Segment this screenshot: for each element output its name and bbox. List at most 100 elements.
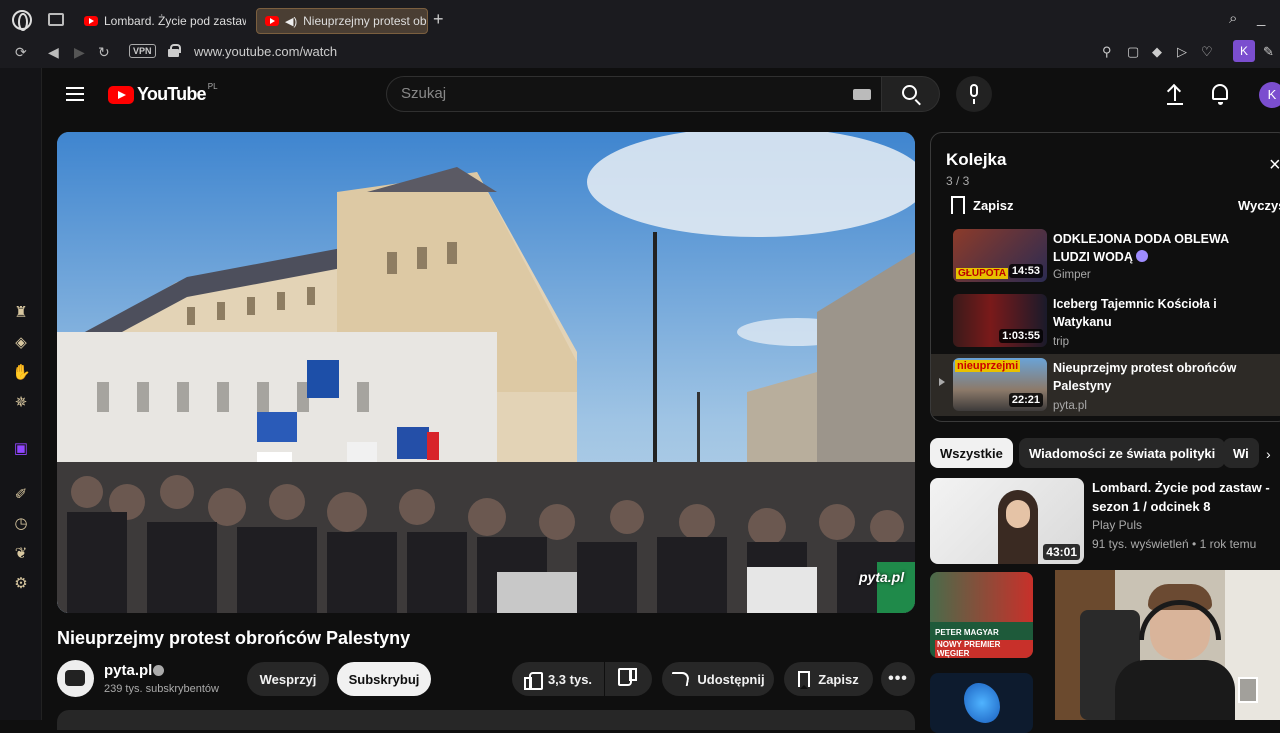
youtube-logo[interactable]: YouTube PL	[108, 82, 218, 105]
extensions-icon[interactable]: ✎	[1263, 44, 1274, 60]
thumbnail-text: NOWY PREMIER WĘGIER	[935, 640, 1033, 658]
verified-icon	[153, 665, 164, 676]
support-label: Wesprzyj	[259, 671, 317, 687]
queue-item[interactable]: 1:03:55 Iceberg Tajemnic Kościoła i Waty…	[931, 290, 1280, 352]
thumbnail-bg	[930, 572, 1033, 622]
opera-menu-icon[interactable]	[12, 10, 32, 31]
bookmark-icon	[798, 671, 811, 689]
dislike-button[interactable]	[605, 662, 652, 696]
workspace-icon[interactable]: ♜	[12, 304, 30, 322]
recommended-video[interactable]: 43:01 Lombard. Życie pod zastaw - sezon …	[930, 478, 1280, 564]
subscribe-button[interactable]: Subskrybuj	[337, 662, 431, 696]
share-button[interactable]: Udostępnij	[662, 662, 774, 696]
menu-icon[interactable]	[66, 87, 84, 101]
youtube-play-icon	[108, 85, 134, 104]
youtube-favicon-icon	[84, 16, 98, 26]
browser-sidebar: ♜ ◈ ✋ ✵ ▣ ✐ ◷ ❦ ⚙	[0, 68, 42, 720]
search-input[interactable]	[401, 85, 841, 102]
support-button[interactable]: Wesprzyj	[247, 662, 329, 696]
channel-name[interactable]: pyta.pl	[104, 662, 152, 679]
recommended-thumbnail-2[interactable]: PETER MAGYAR NOWY PREMIER WĘGIER	[930, 572, 1033, 658]
duration-badge: 22:21	[1008, 393, 1043, 407]
recommended-meta: 91 tys. wyświetleń • 1 rok temu	[1092, 537, 1257, 551]
subscriber-count: 239 tys. subskrybentów	[104, 683, 219, 695]
browser-profile-avatar[interactable]: K	[1233, 40, 1255, 62]
like-button[interactable]: 3,3 tys.	[512, 662, 604, 696]
snapshot-icon[interactable]: ▢	[1127, 44, 1139, 60]
address-bar: ⟳ ◀ ▶ ↻ VPN www.youtube.com/watch ⚲ ▢ ◆ …	[0, 40, 1280, 68]
recommended-thumbnail-3[interactable]	[930, 673, 1033, 733]
queue-clear-button[interactable]: Wyczyść	[1238, 198, 1280, 213]
queue-panel: Kolejka 3 / 3 × Zapisz Wyczyść GŁUPOTA 1…	[930, 132, 1280, 422]
upload-icon[interactable]	[1166, 85, 1184, 105]
bird-icon[interactable]: ❦	[12, 545, 30, 563]
reload-sidebar-icon[interactable]: ⟳	[15, 44, 27, 61]
queue-item[interactable]: GŁUPOTA 14:53 ODKLEJONA DODA OBLEWA LUDZ…	[931, 225, 1280, 287]
url-field[interactable]: www.youtube.com/watch	[194, 44, 337, 59]
tab-active-video[interactable]: ◀) Nieuprzejmy protest ob	[256, 8, 428, 34]
chip-more[interactable]: Wi	[1223, 438, 1259, 468]
save-button[interactable]: Zapisz	[784, 662, 873, 696]
country-code: PL	[207, 82, 218, 91]
queue-thumbnail: GŁUPOTA 14:53	[953, 229, 1047, 282]
player-icon[interactable]: ▷	[1177, 44, 1187, 60]
tab-lombard[interactable]: Lombard. Życie pod zastaw	[76, 8, 246, 34]
forward-icon[interactable]: ▶	[74, 44, 85, 61]
notifications-icon[interactable]	[1212, 84, 1228, 105]
chip-all[interactable]: Wszystkie	[930, 438, 1013, 468]
queue-thumbnail: 1:03:55	[953, 294, 1047, 347]
voice-search-button[interactable]	[956, 76, 992, 112]
search-icon	[902, 85, 917, 100]
star-icon[interactable]: ✵	[12, 394, 30, 412]
search-tabs-icon[interactable]: ⌕	[1229, 10, 1237, 27]
share-icon	[670, 672, 691, 686]
thumbnail-face	[1006, 500, 1030, 528]
save-label: Zapisz	[818, 671, 859, 687]
bookmark-icon	[951, 196, 965, 216]
tab-label: Lombard. Życie pod zastaw	[104, 14, 246, 28]
diamond-icon[interactable]: ◈	[12, 334, 30, 352]
more-icon: •••	[888, 670, 908, 687]
subscribe-label: Subskrybuj	[348, 671, 420, 687]
twitch-icon[interactable]: ▣	[12, 440, 30, 458]
share-label: Udostępnij	[697, 671, 765, 687]
video-player[interactable]: pyta.pl	[57, 132, 915, 613]
resize-handle-icon[interactable]	[1238, 677, 1258, 703]
shield-icon[interactable]: ◆	[1152, 44, 1162, 60]
more-actions-button[interactable]: •••	[881, 662, 915, 696]
search-button[interactable]	[882, 76, 940, 112]
chip-politics-news[interactable]: Wiadomości ze świata polityki	[1019, 438, 1226, 468]
recommended-thumbnail: 43:01	[930, 478, 1084, 564]
thumbs-down-icon	[621, 671, 637, 687]
settings-icon[interactable]: ⚙	[12, 575, 30, 593]
now-playing-icon	[939, 378, 945, 386]
lock-icon[interactable]	[168, 44, 181, 57]
vpn-badge[interactable]: VPN	[129, 44, 156, 58]
clock-icon[interactable]: ◷	[12, 515, 30, 533]
close-queue-icon[interactable]: ×	[1269, 155, 1280, 175]
speaker-icon[interactable]: ◀)	[285, 15, 297, 28]
back-icon[interactable]: ◀	[48, 44, 59, 61]
queue-title: Kolejka	[946, 150, 1007, 169]
description-box[interactable]	[57, 710, 915, 730]
reload-icon[interactable]: ↻	[98, 44, 110, 61]
logo-text: YouTube	[137, 84, 207, 104]
tab-label: Nieuprzejmy protest ob	[303, 14, 427, 28]
new-tab-button[interactable]: +	[433, 9, 444, 30]
video-title: Nieuprzejmy protest obrońców Palestyny	[57, 628, 411, 648]
tab-switcher-icon[interactable]	[48, 13, 64, 26]
queue-item-channel: trip	[1053, 336, 1069, 348]
heart-icon[interactable]: ♡	[1201, 44, 1213, 60]
tool-icon[interactable]: ✐	[12, 486, 30, 504]
pin-icon[interactable]: ⚲	[1102, 44, 1112, 60]
hand-icon[interactable]: ✋	[12, 364, 31, 382]
chevron-right-icon[interactable]: ›	[1266, 446, 1271, 462]
queue-item-current[interactable]: nieuprzejmi 22:21 Nieuprzejmy protest ob…	[931, 354, 1280, 416]
duration-badge: 1:03:55	[999, 329, 1043, 343]
queue-save-button[interactable]: Zapisz	[951, 196, 1013, 216]
channel-avatar[interactable]	[57, 660, 94, 697]
account-avatar[interactable]: K	[1259, 82, 1280, 108]
browser-chrome: Lombard. Życie pod zastaw ◀) Nieuprzejmy…	[0, 0, 1280, 68]
minimize-icon[interactable]: _	[1257, 10, 1265, 27]
keyboard-icon[interactable]	[853, 89, 871, 100]
